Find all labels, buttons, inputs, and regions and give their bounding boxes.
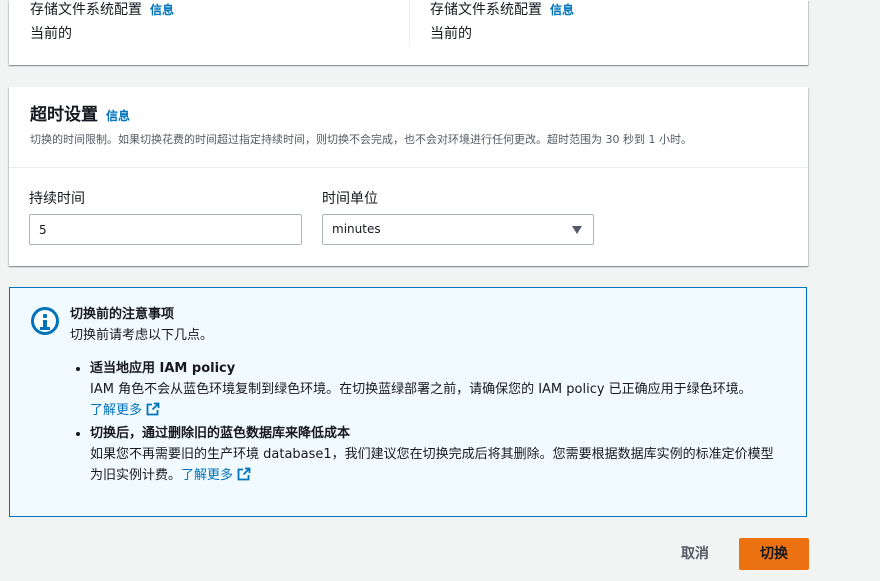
time-unit-label: 时间单位 (322, 191, 378, 207)
time-unit-select[interactable]: minutes (322, 214, 594, 245)
timeout-title: 超时设置 (30, 105, 98, 125)
timeout-divider (9, 167, 808, 168)
alert-subtitle: 切换前请考虑以下几点。 (70, 328, 214, 343)
timeout-info-link[interactable]: 信息 (106, 109, 130, 123)
time-unit-field: 时间单位 minutes (322, 189, 594, 245)
caret-down-icon (572, 226, 582, 234)
info-icon (31, 307, 59, 335)
time-unit-selected-value: minutes (332, 222, 381, 236)
timeout-settings-panel: 超时设置 信息 切换的时间限制。如果切换花费的时间超过指定持续时间，则切换不会完成… (9, 87, 808, 266)
list-item: 切换后，通过删除旧的蓝色数据库来降低成本 如果您不再需要旧的生产环境 datab… (90, 423, 786, 486)
timeout-description: 切换的时间限制。如果切换花费的时间超过指定持续时间，则切换不会完成，也不会对环境… (30, 133, 692, 146)
alert-title: 切换前的注意事项 (70, 307, 175, 322)
list-item-text: IAM 角色不会从蓝色环境复制到绿色环境。在切换蓝绿部署之前，请确保您的 IAM… (90, 382, 752, 397)
storage-config-info-link[interactable]: 信息 (550, 3, 574, 17)
storage-config-label: 存储文件系统配置 (430, 2, 542, 18)
alert-content: 切换前的注意事项 切换前请考虑以下几点。 适当地应用 IAM policy IA… (70, 306, 786, 486)
considerations-list: 适当地应用 IAM policy IAM 角色不会从蓝色环境复制到绿色环境。在切… (70, 358, 786, 486)
learn-more-link[interactable]: 了解更多 (90, 402, 160, 418)
switchover-considerations-alert: 切换前的注意事项 切换前请考虑以下几点。 适当地应用 IAM policy IA… (9, 287, 807, 517)
storage-config-new-column: 存储文件系统配置 信息 当前的 (430, 0, 574, 44)
list-item-title: 切换后，通过删除旧的蓝色数据库来降低成本 (90, 426, 351, 441)
learn-more-link[interactable]: 了解更多 (181, 467, 251, 483)
storage-config-value: 当前的 (430, 26, 472, 42)
duration-field: 持续时间 (29, 189, 302, 245)
storage-config-current-column: 存储文件系统配置 信息 当前的 (30, 0, 174, 44)
storage-config-label: 存储文件系统配置 (30, 2, 142, 18)
duration-input[interactable] (29, 214, 302, 245)
storage-config-value: 当前的 (30, 26, 72, 42)
list-item: 适当地应用 IAM policy IAM 角色不会从蓝色环境复制到绿色环境。在切… (90, 358, 786, 421)
switchover-button[interactable]: 切换 (739, 538, 809, 570)
cancel-button[interactable]: 取消 (666, 538, 724, 570)
storage-config-panel: 存储文件系统配置 信息 当前的 存储文件系统配置 信息 当前的 (9, 0, 808, 65)
timeout-header: 超时设置 信息 切换的时间限制。如果切换花费的时间超过指定持续时间，则切换不会完成… (30, 103, 788, 148)
storage-config-info-link[interactable]: 信息 (150, 3, 174, 17)
list-item-title: 适当地应用 IAM policy (90, 361, 236, 376)
external-link-icon (146, 402, 160, 416)
duration-label: 持续时间 (29, 191, 85, 207)
column-divider (409, 0, 410, 46)
external-link-icon (237, 467, 251, 481)
